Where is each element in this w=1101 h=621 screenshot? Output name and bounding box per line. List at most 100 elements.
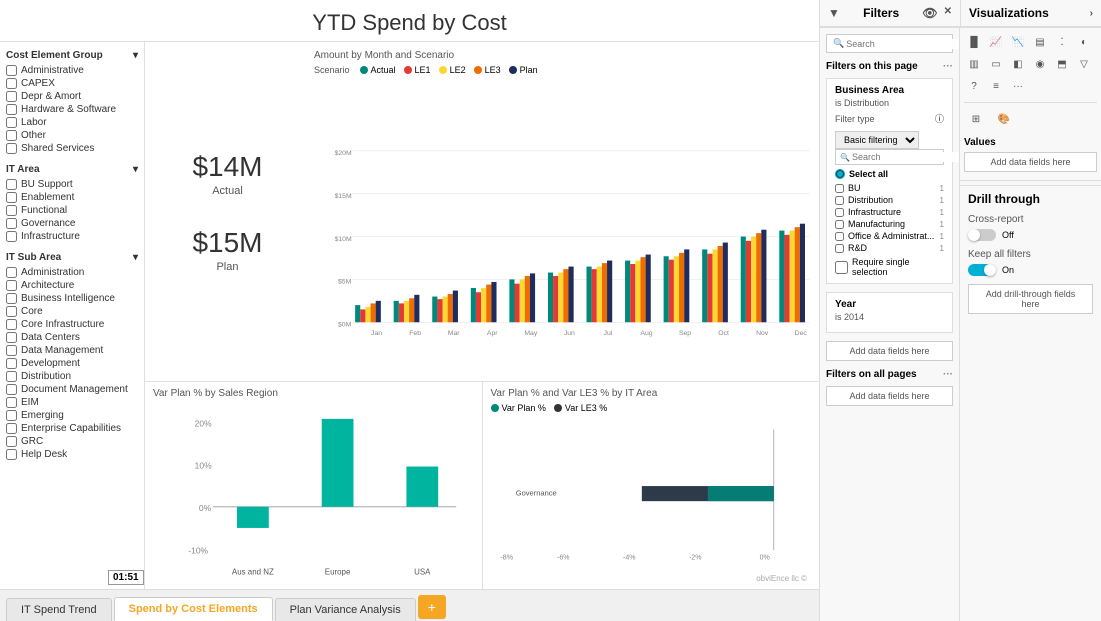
donut-icon[interactable]: ○ xyxy=(1096,32,1101,52)
gauge-icon[interactable]: ◉ xyxy=(1030,54,1050,74)
big-numbers: $14M Actual $15M Plan xyxy=(145,42,310,381)
line-chart-icon[interactable]: 📈 xyxy=(986,32,1006,52)
svg-text:Feb: Feb xyxy=(409,330,421,337)
cross-report-label: Cross-report xyxy=(968,214,1093,225)
svg-text:Aus and NZ: Aus and NZ xyxy=(232,568,274,577)
filter-bu-support[interactable]: BU Support xyxy=(6,179,138,190)
format-icon[interactable]: 🎨 xyxy=(992,107,1016,131)
stacked-bar-icon[interactable]: ▤ xyxy=(1030,32,1050,52)
add-tab-button[interactable]: + xyxy=(418,595,446,619)
tab-spend-by-cost-elements[interactable]: Spend by Cost Elements xyxy=(114,597,273,621)
legend-le3: LE3 xyxy=(474,65,501,75)
qa-icon[interactable]: ? xyxy=(964,76,984,96)
filter-sub-helpdesk[interactable]: Help Desk xyxy=(6,449,138,460)
waterfall-icon[interactable]: ⬒ xyxy=(1052,54,1072,74)
filter-hardware[interactable]: Hardware & Software xyxy=(6,104,138,115)
plan-label: Plan xyxy=(192,261,262,273)
filters-search-input[interactable] xyxy=(846,39,960,49)
filter-sub-ec[interactable]: Enterprise Capabilities xyxy=(6,423,138,434)
add-drill-button[interactable]: Add drill-through fields here xyxy=(968,284,1093,314)
bar-chart-icon[interactable]: ▐▌ xyxy=(964,32,984,52)
tab-plan-variance[interactable]: Plan Variance Analysis xyxy=(275,598,416,621)
svg-text:$0M: $0M xyxy=(338,322,352,329)
filter-sub-dc[interactable]: Data Centers xyxy=(6,332,138,343)
eraser-icon[interactable]: ✕ xyxy=(944,6,952,20)
filter-sub-bi[interactable]: Business Intelligence xyxy=(6,293,138,304)
require-single-checkbox[interactable] xyxy=(835,261,848,274)
filter-sub-emerging[interactable]: Emerging xyxy=(6,410,138,421)
filter-depr[interactable]: Depr & Amort xyxy=(6,91,138,102)
select-all-radio[interactable] xyxy=(835,169,845,179)
filter-enablement[interactable]: Enablement xyxy=(6,192,138,203)
add-fields-all-button[interactable]: Add data fields here xyxy=(826,386,953,406)
slicer-icon[interactable]: ≡ xyxy=(986,76,1006,96)
filter-shared-services[interactable]: Shared Services xyxy=(6,143,138,154)
fields-icon[interactable]: ⊞ xyxy=(964,107,988,131)
filter-option-office: Office & Administrat... 1 xyxy=(835,231,944,241)
ribbon-icon[interactable]: ◇ xyxy=(1096,54,1101,74)
filter-sub-eim[interactable]: EIM xyxy=(6,397,138,408)
filter-sub-dist[interactable]: Distribution xyxy=(6,371,138,382)
cross-report-track[interactable] xyxy=(968,229,996,241)
filter-sub-arch[interactable]: Architecture xyxy=(6,280,138,291)
keep-filters-toggle[interactable]: On xyxy=(968,264,1093,276)
filter-infrastructure[interactable]: Infrastructure xyxy=(6,231,138,242)
filter-type-label: Filter type xyxy=(835,114,875,124)
area-chart-icon[interactable]: 📉 xyxy=(1008,32,1028,52)
filter-capex[interactable]: CAPEX xyxy=(6,78,138,89)
svg-text:Nov: Nov xyxy=(756,330,769,337)
keep-filters-track[interactable] xyxy=(968,264,996,276)
filter-functional[interactable]: Functional xyxy=(6,205,138,216)
all-pages-more-icon[interactable]: ··· xyxy=(943,369,953,380)
filter-type-row: Filter type ⓘ xyxy=(835,112,944,125)
more-options-icon[interactable]: ··· xyxy=(943,61,953,72)
filters-icon: ▼ xyxy=(828,6,840,20)
filter-option-dist: Distribution 1 xyxy=(835,195,944,205)
filter-governance[interactable]: Governance xyxy=(6,218,138,229)
right-panel: ▼ Filters 👁 ✕ Visualizations › 🔍 xyxy=(820,0,1101,621)
scenario-label: Scenario xyxy=(314,65,350,75)
bottom-tabs: IT Spend Trend Spend by Cost Elements Pl… xyxy=(0,589,819,621)
add-fields-button[interactable]: Add data fields here xyxy=(826,341,953,361)
viz-icons-grid: ▐▌ 📈 📉 ▤ ⁚ ◐ ○ 🗺 ▦ ▥ ▭ ◧ ◉ ⬒ xyxy=(964,32,1097,96)
card-icon[interactable]: ▭ xyxy=(986,54,1006,74)
filter-sub-core-infra[interactable]: Core Infrastructure xyxy=(6,319,138,330)
add-data-button[interactable]: Add data fields here xyxy=(964,152,1097,172)
cross-report-toggle[interactable]: Off xyxy=(968,229,1093,241)
require-single-row: Require single selection xyxy=(835,257,944,277)
filter-sub-core[interactable]: Core xyxy=(6,306,138,317)
bottom-charts: Var Plan % by Sales Region 20% 10% 0% -1… xyxy=(145,382,819,589)
kpi-icon[interactable]: ◧ xyxy=(1008,54,1028,74)
filter-search-box[interactable]: 🔍 xyxy=(826,34,953,53)
filter-sub-admin[interactable]: Administration xyxy=(6,267,138,278)
it-sub-area-header[interactable]: IT Sub Area ▾ xyxy=(6,252,138,263)
filter-inner-search[interactable]: 🔍 xyxy=(835,149,944,165)
filter-sub-dev[interactable]: Development xyxy=(6,358,138,369)
sidebar-filters: Cost Element Group ▾ Administrative CAPE… xyxy=(0,42,145,589)
scatter-icon[interactable]: ⁚ xyxy=(1052,32,1072,52)
year-title: Year xyxy=(835,299,944,310)
filter-sub-docmgmt[interactable]: Document Management xyxy=(6,384,138,395)
filter-sub-dm[interactable]: Data Management xyxy=(6,345,138,356)
filter-labor[interactable]: Labor xyxy=(6,117,138,128)
more-icon[interactable]: ··· xyxy=(1008,76,1028,96)
tab-it-spend-trend[interactable]: IT Spend Trend xyxy=(6,598,112,621)
funnel-icon[interactable]: ▽ xyxy=(1074,54,1094,74)
cost-element-header[interactable]: Cost Element Group ▾ xyxy=(6,50,138,61)
filters-title: Filters xyxy=(863,6,899,20)
drill-through-section: Drill through Cross-report Off Keep all … xyxy=(960,185,1101,328)
chevron-down-icon: ▾ xyxy=(133,164,138,175)
close-viz-icon[interactable]: › xyxy=(1090,8,1093,19)
eye-icon[interactable]: 👁 xyxy=(922,6,937,20)
it-area-header[interactable]: IT Area ▾ xyxy=(6,164,138,175)
pie-icon[interactable]: ◐ xyxy=(1074,32,1094,52)
filter-sub-grc[interactable]: GRC xyxy=(6,436,138,447)
filter-other[interactable]: Other xyxy=(6,130,138,141)
business-area-sub: is Distribution xyxy=(835,98,944,108)
svg-text:0%: 0% xyxy=(199,503,212,513)
svg-text:May: May xyxy=(524,330,538,337)
filter-inner-search-input[interactable] xyxy=(852,152,960,162)
filter-administrative[interactable]: Administrative xyxy=(6,65,138,76)
filter-type-select[interactable]: Basic filtering xyxy=(835,131,919,149)
matrix-icon[interactable]: ▥ xyxy=(964,54,984,74)
